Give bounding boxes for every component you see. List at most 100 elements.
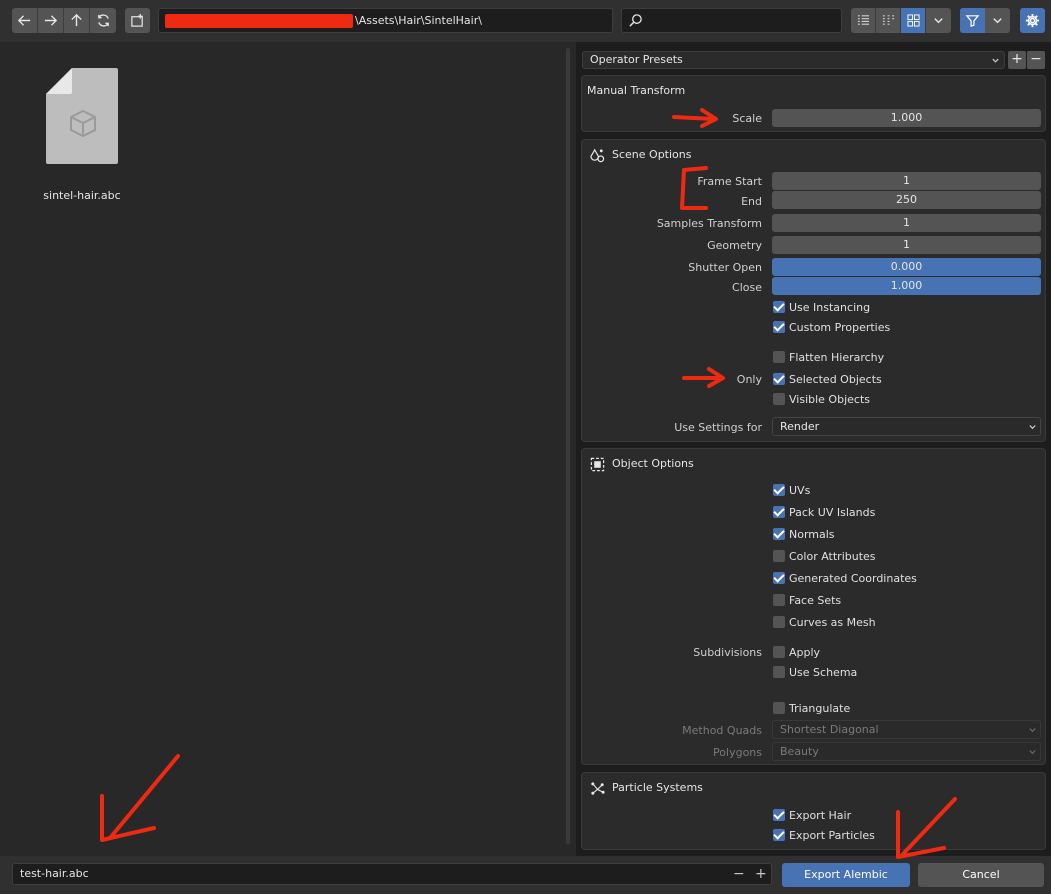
directory-path-field[interactable]: \Assets\Hair\SintelHair\ [158,8,613,33]
use-instancing-label: Use Instancing [789,300,871,314]
checkbox-box [773,829,785,841]
checkbox-box [773,550,785,562]
add-preset-button[interactable]: + [1008,51,1026,69]
normals-checkbox[interactable]: Normals [773,527,835,541]
samples-geometry-field[interactable]: 1 [772,236,1041,254]
samples-transform-label: Samples Transform [656,217,762,230]
method-quads-dropdown[interactable]: Shortest Diagonal [772,720,1041,739]
shutter-close-field[interactable]: 1.000 [772,277,1041,295]
parent-directory-icon[interactable] [64,8,90,33]
method-quads-value: Shortest Diagonal [780,723,879,736]
cancel-button[interactable]: Cancel [918,863,1044,887]
operator-presets-dropdown[interactable]: Operator Presets [582,51,1005,69]
display-mode-buttons [851,8,951,33]
checkbox-box [773,616,785,628]
triangulate-label: Triangulate [789,701,851,715]
display-size-chevron-down-icon[interactable] [926,8,951,33]
vertical-list-icon[interactable] [851,8,876,33]
gear-icon[interactable] [1020,8,1045,33]
use-schema-label: Use Schema [789,665,858,679]
frame-end-label: End [741,195,762,208]
particle-systems-icon [591,782,605,795]
face-sets-checkbox[interactable]: Face Sets [773,593,841,607]
export-particles-checkbox[interactable]: Export Particles [773,828,875,842]
filter-toggle [960,8,1010,33]
method-quads-label: Method Quads [682,724,762,737]
selected-objects-checkbox[interactable]: Selected Objects [773,372,882,386]
curves-as-mesh-label: Curves as Mesh [789,615,876,629]
checkbox-box [773,702,785,714]
custom-properties-checkbox[interactable]: Custom Properties [773,320,890,334]
shutter-close-label: Close [732,281,762,294]
color-attributes-checkbox[interactable]: Color Attributes [773,549,876,563]
scene-options-icon [590,148,605,163]
refresh-icon[interactable] [90,8,116,33]
subdivisions-apply-label: Apply [789,645,821,659]
checkbox-box [773,373,785,385]
shutter-open-field[interactable]: 0.000 [772,258,1041,276]
polygons-label: Polygons [713,746,762,759]
search-icon [629,14,642,27]
curves-as-mesh-checkbox[interactable]: Curves as Mesh [773,615,876,629]
filter-chevron-down-icon[interactable] [985,8,1010,33]
frame-end-field[interactable]: 250 [772,191,1041,209]
face-sets-label: Face Sets [789,593,842,607]
increment-filename-button[interactable]: + [755,864,767,884]
selected-objects-label: Selected Objects [789,372,882,386]
export-alembic-button[interactable]: Export Alembic [782,863,910,887]
checkbox-box [773,809,785,821]
use-settings-dropdown[interactable]: Render [772,417,1041,436]
scale-field[interactable]: 1.000 [772,109,1041,127]
uvs-checkbox[interactable]: UVs [773,483,810,497]
manual-transform-title: Manual Transform [587,84,686,97]
search-input[interactable] [621,8,842,33]
use-settings-value: Render [780,420,820,433]
remove-preset-button[interactable]: − [1027,51,1045,69]
generated-coordinates-label: Generated Coordinates [789,571,917,585]
color-attributes-label: Color Attributes [789,549,876,563]
file-item[interactable]: sintel-hair.abc [40,68,124,208]
chevron-down-icon [1029,425,1036,430]
redacted-path [165,14,353,28]
scene-options-title: Scene Options [612,148,692,161]
subdivisions-label: Subdivisions [693,646,762,659]
directory-path-text: \Assets\Hair\SintelHair\ [355,14,482,27]
frame-start-label: Frame Start [697,175,762,188]
generated-coordinates-checkbox[interactable]: Generated Coordinates [773,571,917,585]
triangulate-checkbox[interactable]: Triangulate [773,701,850,715]
only-label: Only [736,373,762,386]
checkbox-box [773,351,785,363]
export-particles-label: Export Particles [789,828,875,842]
navigation-buttons [12,8,116,33]
forward-icon[interactable] [38,8,64,33]
file-3d-icon [46,68,118,164]
use-schema-checkbox[interactable]: Use Schema [773,665,857,679]
new-folder-icon[interactable] [125,8,150,33]
filter-icon[interactable] [960,8,985,33]
checkbox-box [773,301,785,313]
samples-transform-field[interactable]: 1 [772,214,1041,232]
horizontal-list-icon[interactable] [876,8,901,33]
filename-input[interactable]: test-hair.abc − + [12,863,772,885]
frame-start-field[interactable]: 1 [772,172,1041,190]
export-hair-checkbox[interactable]: Export Hair [773,808,851,822]
use-instancing-checkbox[interactable]: Use Instancing [773,300,870,314]
checkbox-box [773,646,785,658]
pack-uv-islands-checkbox[interactable]: Pack UV Islands [773,505,875,519]
polygons-dropdown[interactable]: Beauty [772,742,1041,761]
back-icon[interactable] [12,8,38,33]
operator-presets-label: Operator Presets [590,53,683,66]
chevron-down-icon [1029,750,1036,755]
flatten-hierarchy-checkbox[interactable]: Flatten Hierarchy [773,350,884,364]
subdivisions-apply-checkbox[interactable]: Apply [773,645,820,659]
visible-objects-label: Visible Objects [789,392,870,406]
samples-geometry-label: Geometry [707,239,762,252]
flatten-hierarchy-label: Flatten Hierarchy [789,350,885,364]
visible-objects-checkbox[interactable]: Visible Objects [773,392,870,406]
decrement-filename-button[interactable]: − [733,864,745,884]
checkbox-box [773,321,785,333]
thumbnails-icon[interactable] [901,8,926,33]
checkbox-box [773,572,785,584]
polygons-value: Beauty [780,745,819,758]
particle-systems-title: Particle Systems [612,781,703,794]
